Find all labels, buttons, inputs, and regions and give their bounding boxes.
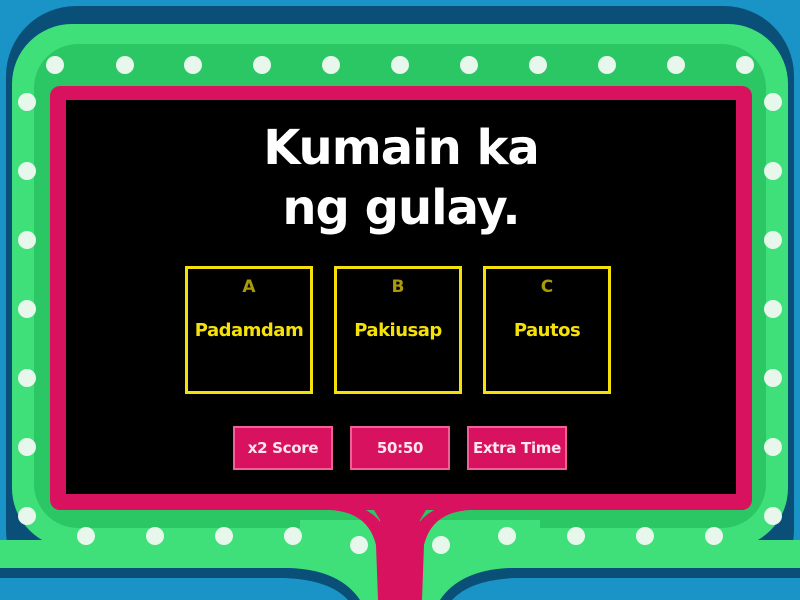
question-text: Kumain ka ng gulay. (263, 120, 540, 236)
answer-b[interactable]: B Pakiusap (334, 266, 462, 394)
answer-a-label: Padamdam (194, 320, 304, 341)
fifty-fifty-button[interactable]: 50:50 (350, 426, 450, 470)
answer-c-label: Pautos (513, 320, 581, 341)
extra-time-button[interactable]: Extra Time (467, 426, 567, 470)
answer-c[interactable]: C Pautos (483, 266, 611, 394)
answer-a-letter: A (242, 277, 256, 297)
answer-c-letter: C (540, 277, 554, 297)
answer-b-letter: B (391, 277, 405, 297)
double-score-button[interactable]: x2 Score (233, 426, 333, 470)
answer-b-label: Pakiusap (354, 320, 442, 341)
answer-a[interactable]: A Padamdam (185, 266, 313, 394)
